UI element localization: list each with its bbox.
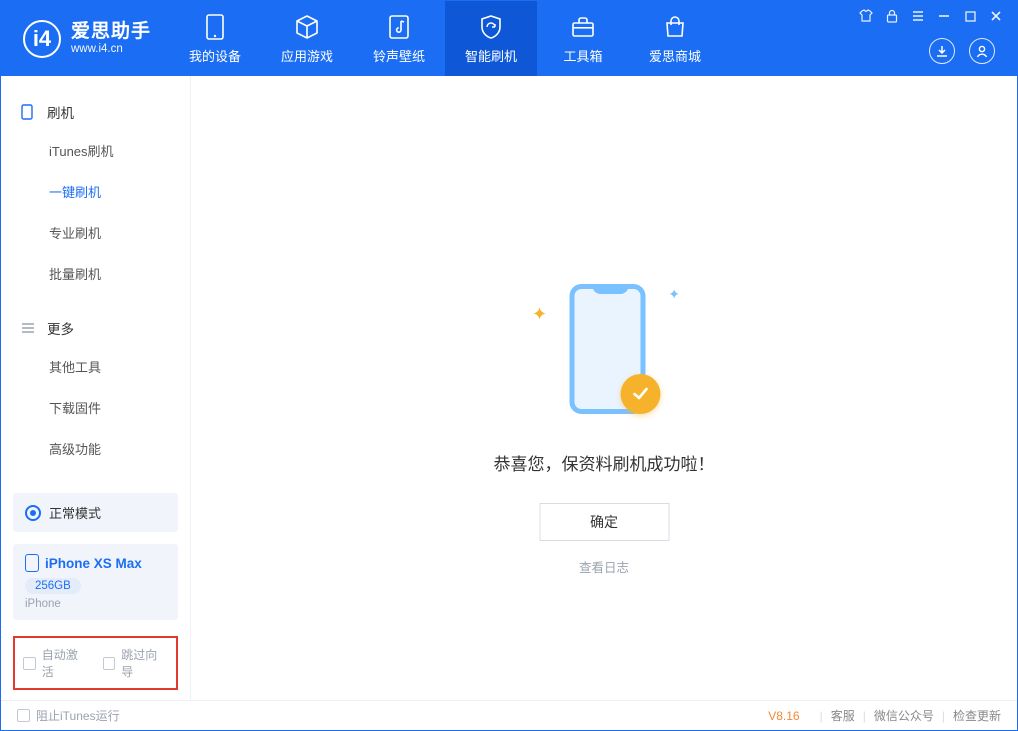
checkbox-auto-activate[interactable]: 自动激活 (23, 646, 89, 680)
options-box: 自动激活 跳过向导 (13, 636, 178, 690)
mode-text: 正常模式 (49, 503, 101, 522)
user-button[interactable] (969, 38, 995, 64)
maximize-button[interactable] (963, 9, 977, 23)
music-note-icon (388, 12, 410, 42)
device-type: iPhone (25, 598, 166, 610)
check-badge-icon (620, 374, 660, 414)
sidebar-item-batch-flash[interactable]: 批量刷机 (1, 253, 190, 294)
app-subtitle: www.i4.cn (71, 43, 151, 56)
phone-icon (206, 12, 224, 42)
nav-tabs: 我的设备 应用游戏 铃声壁纸 智能刷机 工具箱 爱思商城 (169, 1, 721, 76)
footer: 阻止iTunes运行 V8.16 | 客服 | 微信公众号 | 检查更新 (1, 700, 1017, 730)
tab-smart-flash[interactable]: 智能刷机 (445, 1, 537, 76)
system-buttons (859, 1, 1017, 23)
list-icon (21, 322, 39, 334)
close-button[interactable] (989, 9, 1003, 23)
cube-icon (294, 12, 320, 42)
sidebar-item-itunes-flash[interactable]: iTunes刷机 (1, 130, 190, 171)
view-log-link[interactable]: 查看日志 (494, 557, 715, 576)
mode-icon (25, 505, 41, 521)
checkbox-skip-guide[interactable]: 跳过向导 (103, 646, 169, 680)
app-title: 爱思助手 (71, 21, 151, 43)
device-capacity: 256GB (25, 578, 81, 594)
minimize-button[interactable] (937, 9, 951, 23)
checkbox-icon (103, 657, 116, 670)
device-icon (21, 104, 39, 120)
sidebar-item-one-key-flash[interactable]: 一键刷机 (1, 171, 190, 212)
success-message: 恭喜您，保资料刷机成功啦！ (494, 450, 715, 475)
tab-apps-games[interactable]: 应用游戏 (261, 1, 353, 76)
sidebar-category-flash: 刷机 (1, 94, 190, 130)
header: i4 爱思助手 www.i4.cn 我的设备 应用游戏 铃声壁纸 智能刷机 (1, 1, 1017, 76)
header-right (859, 1, 1017, 76)
footer-link-support[interactable]: 客服 (831, 707, 855, 724)
success-illustration: ✦ ✦ (524, 276, 684, 426)
tab-toolbox[interactable]: 工具箱 (537, 1, 629, 76)
device-name: iPhone XS Max (45, 556, 142, 571)
tab-ringtone-wallpaper[interactable]: 铃声壁纸 (353, 1, 445, 76)
sidebar-item-other-tools[interactable]: 其他工具 (1, 346, 190, 387)
version-text: V8.16 (768, 709, 799, 723)
sidebar-category-more: 更多 (1, 310, 190, 346)
body: 刷机 iTunes刷机 一键刷机 专业刷机 批量刷机 更多 其他工具 下载固件 … (1, 76, 1017, 700)
sidebar-item-pro-flash[interactable]: 专业刷机 (1, 212, 190, 253)
download-button[interactable] (929, 38, 955, 64)
shield-sync-icon (478, 12, 504, 42)
phone-outline-icon (25, 554, 39, 572)
footer-link-update[interactable]: 检查更新 (953, 707, 1001, 724)
checkbox-block-itunes[interactable]: 阻止iTunes运行 (17, 707, 120, 724)
sidebar-item-download-firmware[interactable]: 下载固件 (1, 387, 190, 428)
sparkle-icon: ✦ (532, 304, 547, 325)
sidebar-item-advanced[interactable]: 高级功能 (1, 428, 190, 469)
tab-store[interactable]: 爱思商城 (629, 1, 721, 76)
tab-my-device[interactable]: 我的设备 (169, 1, 261, 76)
device-card[interactable]: iPhone XS Max 256GB iPhone (13, 544, 178, 620)
app-logo-icon: i4 (23, 20, 61, 58)
sidebar: 刷机 iTunes刷机 一键刷机 专业刷机 批量刷机 更多 其他工具 下载固件 … (1, 76, 191, 700)
checkbox-icon (17, 709, 30, 722)
bag-icon (663, 12, 687, 42)
main-content: ✦ ✦ 恭喜您，保资料刷机成功啦！ 确定 查看日志 (191, 76, 1017, 700)
logo: i4 爱思助手 www.i4.cn (1, 1, 169, 76)
sparkle-icon: ✦ (668, 286, 680, 303)
footer-link-wechat[interactable]: 微信公众号 (874, 707, 934, 724)
lock-icon[interactable] (885, 9, 899, 23)
confirm-button[interactable]: 确定 (539, 503, 669, 541)
app-window: i4 爱思助手 www.i4.cn 我的设备 应用游戏 铃声壁纸 智能刷机 (0, 0, 1018, 731)
mode-card[interactable]: 正常模式 (13, 493, 178, 532)
checkbox-icon (23, 657, 36, 670)
tshirt-icon[interactable] (859, 9, 873, 23)
menu-icon[interactable] (911, 9, 925, 23)
toolbox-icon (570, 12, 596, 42)
